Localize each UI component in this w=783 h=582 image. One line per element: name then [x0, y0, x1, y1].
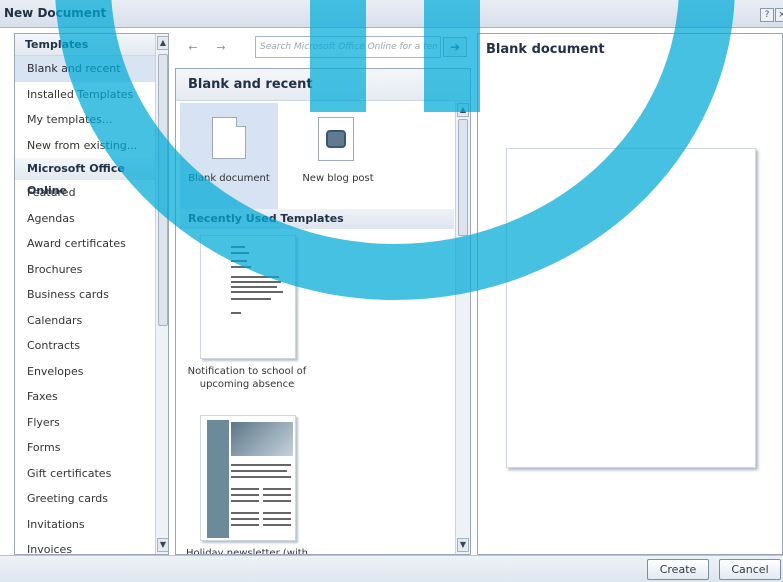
template-label: Notification to school of upcoming absen…	[187, 366, 307, 390]
sidebar-item-forms[interactable]: Forms	[15, 435, 155, 461]
sidebar-item-my-templates[interactable]: My templates...	[15, 107, 155, 133]
preview-title: Blank document	[486, 42, 605, 57]
blank-document-tile[interactable]: Blank document	[180, 103, 278, 211]
templates-pane: Templates Blank and recent Installed Tem…	[14, 33, 169, 555]
templates-list: Templates Blank and recent Installed Tem…	[15, 34, 155, 554]
dialog-footer: Create Cancel	[0, 555, 783, 582]
sidebar-item-invitations[interactable]: Invitations	[15, 512, 155, 538]
sidebar-item-envelopes[interactable]: Envelopes	[15, 359, 155, 385]
close-button[interactable]: ×	[775, 8, 783, 22]
document-preview	[506, 148, 756, 468]
search-input[interactable]: Search Microsoft Office Online for a ten	[255, 36, 441, 58]
gallery-content: Blank document New blog post Recently Us…	[176, 101, 454, 554]
tile-label: New blog post	[302, 173, 374, 184]
gallery-scrollbar[interactable]: ▲ ▼	[455, 101, 470, 554]
scroll-down-button[interactable]: ▼	[157, 538, 168, 552]
sidebar-item-blank-and-recent[interactable]: Blank and recent	[15, 56, 155, 82]
sidebar-item-new-from-existing[interactable]: New from existing...	[15, 133, 155, 159]
gallery-title: Blank and recent	[188, 77, 313, 92]
sidebar-item-agendas[interactable]: Agendas	[15, 206, 155, 232]
new-blog-post-tile[interactable]: New blog post	[288, 103, 388, 211]
search-toolbar: ← → Search Microsoft Office Online for a…	[175, 36, 471, 60]
sidebar-item-installed-templates[interactable]: Installed Templates	[15, 82, 155, 108]
templates-scrollbar[interactable]: ▲ ▼	[155, 34, 168, 554]
tile-label: Blank document	[188, 173, 270, 184]
gallery-header: Blank and recent	[176, 69, 470, 101]
sidebar-item-featured[interactable]: Featured	[15, 180, 155, 206]
sidebar-item-invoices[interactable]: Invoices	[15, 537, 155, 554]
sidebar-item-calendars[interactable]: Calendars	[15, 308, 155, 334]
template-label: Holiday newsletter (with	[186, 548, 308, 555]
preview-pane: Blank document	[477, 33, 783, 555]
sidebar-item-brochures[interactable]: Brochures	[15, 257, 155, 283]
search-go-button[interactable]: ➔	[443, 37, 467, 57]
blank-document-icon	[212, 117, 246, 159]
title-bar: New Document ? ×	[0, 0, 783, 28]
sidebar-item-faxes[interactable]: Faxes	[15, 384, 155, 410]
sidebar-item-greeting-cards[interactable]: Greeting cards	[15, 486, 155, 512]
sidebar-item-contracts[interactable]: Contracts	[15, 333, 155, 359]
sidebar-item-business-cards[interactable]: Business cards	[15, 282, 155, 308]
back-arrow-icon[interactable]: ←	[185, 41, 201, 55]
online-header: Microsoft Office Online	[15, 158, 155, 197]
recent-templates-header: Recently Used Templates	[180, 209, 454, 229]
cancel-button[interactable]: Cancel	[719, 559, 781, 580]
scroll-thumb[interactable]	[158, 54, 168, 326]
sidebar-item-award-certificates[interactable]: Award certificates	[15, 231, 155, 257]
scroll-up-button[interactable]: ▲	[157, 36, 168, 50]
scroll-thumb[interactable]	[458, 119, 468, 236]
gallery-pane: Blank and recent Blank document New blog…	[175, 68, 471, 555]
template-thumbnail[interactable]	[200, 235, 296, 359]
templates-header: Templates	[15, 34, 155, 56]
help-button[interactable]: ?	[760, 8, 774, 22]
sidebar-item-flyers[interactable]: Flyers	[15, 410, 155, 436]
scroll-down-button[interactable]: ▼	[457, 538, 469, 552]
create-button[interactable]: Create	[647, 559, 709, 580]
blog-post-icon	[318, 117, 354, 161]
template-thumbnail[interactable]	[200, 415, 296, 541]
scroll-up-button[interactable]: ▲	[457, 103, 469, 117]
forward-arrow-icon[interactable]: →	[213, 41, 229, 55]
window-title: New Document	[4, 6, 107, 20]
sidebar-item-gift-certificates[interactable]: Gift certificates	[15, 461, 155, 487]
